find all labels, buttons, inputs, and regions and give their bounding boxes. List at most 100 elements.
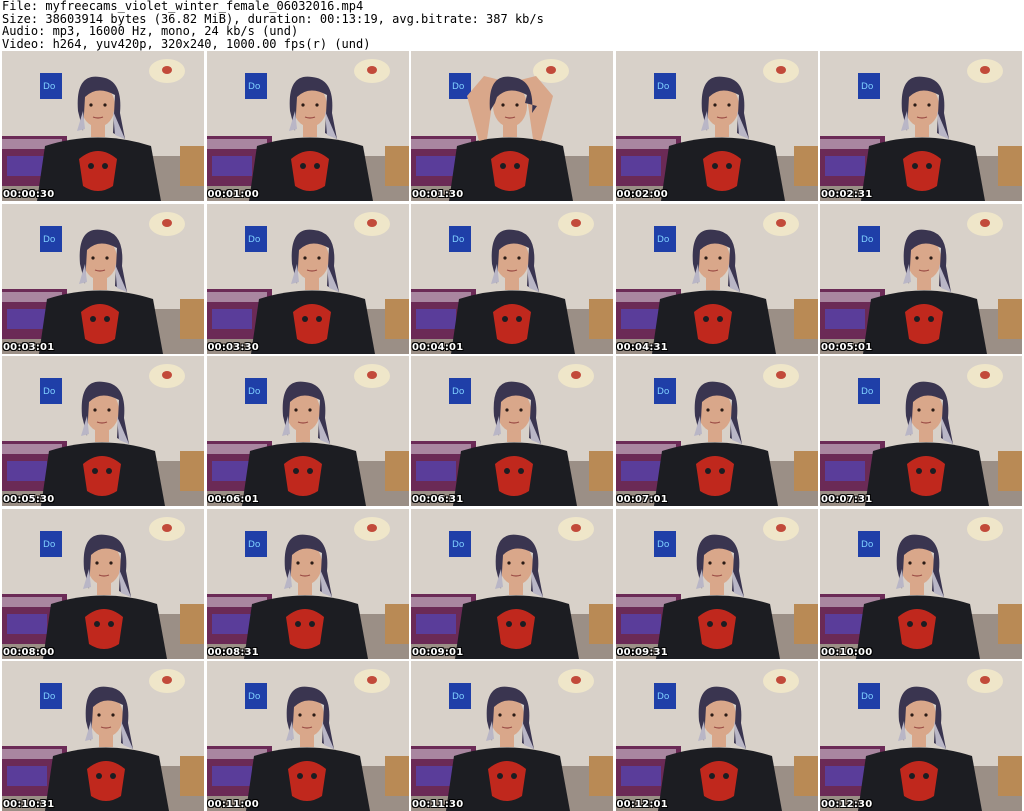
svg-text:Do: Do [657,540,670,550]
thumbnail-frame-image: Do [615,51,818,201]
video-thumbnail[interactable]: Do 00:06:01 [206,356,409,506]
video-thumbnail[interactable]: Do 00:01:30 [411,51,613,201]
thumbnail-frame-image: Do [206,661,409,811]
svg-text:Do: Do [861,82,874,92]
video-info-line: Video: h264, yuv420p, 320x240, 1000.00 f… [2,36,371,51]
thumbnail-frame-image: Do [206,508,409,659]
svg-text:Do: Do [657,692,670,702]
thumbnail-timestamp: 00:11:00 [207,799,259,810]
video-thumbnail[interactable]: Do 00:04:31 [615,203,818,354]
svg-text:Do: Do [657,235,670,245]
thumbnail-timestamp: 00:00:30 [3,189,55,200]
video-thumbnail[interactable]: Do 00:08:00 [2,508,204,659]
thumbnail-timestamp: 00:09:01 [412,646,464,658]
thumbnail-timestamp: 00:01:00 [207,189,259,200]
video-thumbnail[interactable]: Do 00:07:31 [820,356,1022,506]
svg-text:Do: Do [43,692,56,702]
thumbnail-timestamp: 00:07:01 [616,494,668,505]
thumbnail-frame-image: Do [820,203,1022,354]
svg-text:Do: Do [248,235,261,245]
thumbnail-frame-image: Do [2,356,204,506]
video-thumbnail[interactable]: Do 00:05:30 [2,356,204,506]
thumbnail-timestamp: 00:06:31 [412,494,464,505]
thumbnail-frame-image: Do [411,203,613,354]
video-thumbnail[interactable]: Do 00:11:30 [411,661,613,811]
thumbnail-frame-image: Do [206,51,409,201]
svg-text:Do: Do [452,387,465,397]
thumbnail-timestamp: 00:05:30 [3,494,55,505]
video-thumbnail[interactable]: Do 00:06:31 [411,356,613,506]
svg-text:Do: Do [248,540,261,550]
video-thumbnail[interactable]: Do 00:07:01 [615,356,818,506]
video-thumbnail[interactable]: Do 00:00:30 [2,51,204,201]
svg-text:Do: Do [248,82,261,92]
video-thumbnail[interactable]: Do 00:10:31 [2,661,204,811]
thumbnail-frame-image: Do [820,661,1022,811]
video-thumbnail[interactable]: Do 00:11:00 [206,661,409,811]
svg-text:Do: Do [657,82,670,92]
thumbnail-frame-image: Do [411,508,613,659]
video-thumbnail[interactable]: Do 00:03:01 [2,203,204,354]
file-info-header: File: myfreecams_violet_winter_female_06… [2,0,1022,50]
video-thumbnail[interactable]: Do 00:08:31 [206,508,409,659]
svg-text:Do: Do [43,540,56,550]
thumbnail-frame-image: Do [820,356,1022,506]
thumbnail-timestamp: 00:01:30 [412,189,464,200]
thumbnail-grid: Do 00:00:30 Do 00:01:00 Do 00:01:30 Do 0… [2,51,1022,811]
thumbnail-frame-image: Do [206,203,409,354]
thumbnail-frame-image: Do [2,51,204,201]
audio-info-line: Audio: mp3, 16000 Hz, mono, 24 kb/s (und… [2,24,299,38]
thumbnail-timestamp: 00:11:30 [412,799,464,810]
thumbnail-timestamp: 00:03:30 [207,341,259,353]
thumbnail-timestamp: 00:07:31 [821,494,873,505]
svg-text:Do: Do [452,82,465,92]
video-thumbnail[interactable]: Do 00:05:01 [820,203,1022,354]
svg-text:Do: Do [452,235,465,245]
thumbnail-timestamp: 00:02:31 [821,189,873,200]
thumbnail-frame-image: Do [2,661,204,811]
thumbnail-timestamp: 00:03:01 [3,341,55,353]
thumbnail-timestamp: 00:02:00 [616,189,668,200]
video-thumbnail[interactable]: Do 00:10:00 [820,508,1022,659]
video-thumbnail[interactable]: Do 00:02:00 [615,51,818,201]
thumbnail-frame-image: Do [615,356,818,506]
thumbnail-frame-image: Do [2,203,204,354]
thumbnail-frame-image: Do [2,508,204,659]
svg-text:Do: Do [861,235,874,245]
svg-text:Do: Do [861,387,874,397]
thumbnail-timestamp: 00:12:30 [821,799,873,810]
svg-text:Do: Do [452,692,465,702]
thumbnail-timestamp: 00:12:01 [616,799,668,810]
svg-text:Do: Do [861,540,874,550]
thumbnail-frame-image: Do [615,203,818,354]
thumbnail-frame-image: Do [411,51,613,201]
svg-text:Do: Do [248,692,261,702]
thumbnail-timestamp: 00:10:31 [3,799,55,810]
thumbnail-frame-image: Do [615,508,818,659]
video-thumbnail[interactable]: Do 00:09:31 [615,508,818,659]
video-thumbnail[interactable]: Do 00:04:01 [411,203,613,354]
thumbnail-timestamp: 00:08:31 [207,646,259,658]
file-name-line: File: myfreecams_violet_winter_female_06… [2,0,364,13]
thumbnail-frame-image: Do [820,51,1022,201]
video-thumbnail[interactable]: Do 00:02:31 [820,51,1022,201]
svg-text:Do: Do [43,82,56,92]
thumbnail-frame-image: Do [411,661,613,811]
thumbnail-timestamp: 00:04:01 [412,341,464,353]
video-thumbnail[interactable]: Do 00:09:01 [411,508,613,659]
svg-text:Do: Do [43,387,56,397]
svg-text:Do: Do [861,692,874,702]
video-thumbnail[interactable]: Do 00:03:30 [206,203,409,354]
thumbnail-timestamp: 00:10:00 [821,646,873,658]
svg-text:Do: Do [43,235,56,245]
video-thumbnail[interactable]: Do 00:01:00 [206,51,409,201]
video-thumbnail[interactable]: Do 00:12:01 [615,661,818,811]
thumbnail-timestamp: 00:05:01 [821,341,873,353]
thumbnail-timestamp: 00:08:00 [3,646,55,658]
thumbnail-frame-image: Do [206,356,409,506]
svg-text:Do: Do [452,540,465,550]
video-thumbnail[interactable]: Do 00:12:30 [820,661,1022,811]
thumbnail-frame-image: Do [820,508,1022,659]
thumbnail-timestamp: 00:09:31 [616,646,668,658]
thumbnail-frame-image: Do [615,661,818,811]
